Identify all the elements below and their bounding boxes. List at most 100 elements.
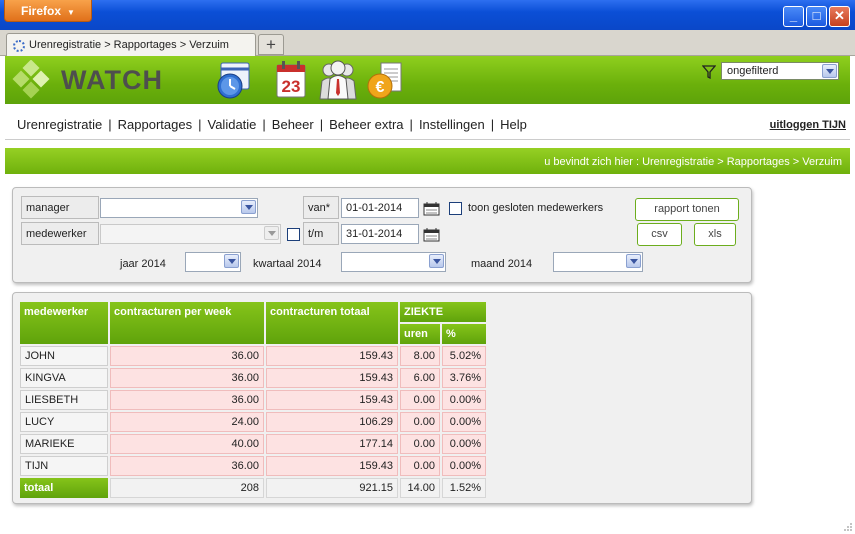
show-closed-label: toon gesloten medewerkers (468, 202, 604, 214)
contract-week-cell: 36.00 (110, 368, 264, 388)
menu-separator: | (490, 117, 495, 132)
employee-label: medewerker (21, 222, 99, 245)
app-logo-text: WATCH (61, 65, 163, 95)
menu-item-validatie[interactable]: Validatie (208, 117, 257, 132)
filter-panel: manager medewerker van* 01-01-2014 toon … (12, 187, 752, 283)
chevron-down-icon (822, 64, 837, 78)
logout-link[interactable]: uitloggen TIJN (770, 119, 846, 131)
resize-grip-icon[interactable] (842, 521, 852, 531)
menu-item-urenregistratie[interactable]: Urenregistratie (17, 117, 102, 132)
new-tab-button[interactable]: + (258, 34, 284, 55)
col-header-employee: medewerker (20, 302, 108, 344)
menu-item-rapportages[interactable]: Rapportages (118, 117, 192, 132)
chevron-down-icon (241, 200, 256, 214)
table-row: TIJN 36.00 159.43 0.00 0.00% (20, 456, 486, 476)
maximize-button[interactable]: □ (806, 6, 827, 27)
contract-week-cell: 36.00 (110, 456, 264, 476)
calendar-picker-icon[interactable] (423, 201, 440, 216)
csv-button[interactable]: csv (637, 223, 682, 246)
menu-separator: | (319, 117, 324, 132)
contract-week-cell: 36.00 (110, 346, 264, 366)
contract-total-cell: 159.43 (266, 390, 398, 410)
col-header-sick: ZIEKTE (400, 302, 486, 322)
year-label: jaar 2014 (120, 258, 166, 270)
col-header-contract-total: contracturen totaal (266, 302, 398, 344)
quarter-select[interactable] (341, 252, 446, 272)
totals-row: totaal 208 921.15 14.00 1.52% (20, 478, 486, 498)
sick-percent-cell: 0.00% (442, 456, 486, 476)
menu-item-instellingen[interactable]: Instellingen (419, 117, 485, 132)
firefox-menu-button[interactable]: Firefox ▼ (4, 0, 92, 22)
window-titlebar: Firefox ▼ _ □ ✕ (0, 0, 855, 30)
tab-strip: Urenregistratie > Rapportages > Verzuim … (0, 30, 855, 57)
month-label: maand 2014 (471, 258, 533, 270)
sick-percent-cell: 0.00% (442, 412, 486, 432)
calendar-icon[interactable]: 23 (271, 59, 311, 101)
contract-total-cell: 106.29 (266, 412, 398, 432)
contract-total-cell: 159.43 (266, 346, 398, 366)
employee-checkbox[interactable] (287, 228, 300, 241)
sick-hours-cell: 6.00 (400, 368, 440, 388)
sick-hours-cell: 0.00 (400, 412, 440, 432)
people-icon[interactable] (318, 59, 358, 101)
show-report-button[interactable]: rapport tonen (635, 198, 739, 221)
menu-item-help[interactable]: Help (500, 117, 527, 132)
menu-separator: | (409, 117, 413, 132)
breadcrumb: u bevindt zich hier : Urenregistratie > … (544, 156, 842, 168)
totals-percent: 1.52% (442, 478, 486, 498)
sick-percent-cell: 3.76% (442, 368, 486, 388)
close-window-button[interactable]: ✕ (829, 6, 850, 27)
browser-tab[interactable]: Urenregistratie > Rapportages > Verzuim (6, 33, 256, 57)
employee-name-cell: JOHN (20, 346, 108, 366)
chevron-down-icon (429, 254, 444, 268)
table-row: LUCY 24.00 106.29 0.00 0.00% (20, 412, 486, 432)
year-select[interactable] (185, 252, 241, 272)
employee-name-cell: LIESBETH (20, 390, 108, 410)
menu-separator: | (198, 117, 202, 132)
from-label: van* (303, 196, 339, 219)
col-header-percent: % (442, 324, 486, 344)
menu-item-beheer[interactable]: Beheer (272, 117, 314, 132)
manager-label: manager (21, 196, 99, 219)
col-header-hours: uren (400, 324, 440, 344)
chevron-down-icon (264, 226, 279, 240)
euro-invoice-icon[interactable]: € (365, 59, 405, 101)
minimize-button[interactable]: _ (783, 6, 804, 27)
to-date-input[interactable]: 31-01-2014 (341, 224, 419, 244)
watch-logo-icon (12, 60, 50, 99)
month-select[interactable] (553, 252, 643, 272)
menu-item-beheer-extra[interactable]: Beheer extra (329, 117, 403, 132)
contract-week-cell: 40.00 (110, 434, 264, 454)
table-row: JOHN 36.00 159.43 8.00 5.02% (20, 346, 486, 366)
sick-hours-cell: 0.00 (400, 456, 440, 476)
totals-total: 921.15 (266, 478, 398, 498)
sick-hours-cell: 8.00 (400, 346, 440, 366)
chevron-down-icon (626, 254, 641, 268)
contract-total-cell: 159.43 (266, 368, 398, 388)
xls-button[interactable]: xls (694, 223, 736, 246)
breadcrumb-bar: u bevindt zich hier : Urenregistratie > … (5, 148, 850, 174)
sick-percent-cell: 0.00% (442, 390, 486, 410)
sick-percent-cell: 0.00% (442, 434, 486, 454)
calendar-picker-icon[interactable] (423, 227, 440, 242)
menu-separator: | (108, 117, 112, 132)
sick-hours-cell: 0.00 (400, 390, 440, 410)
contract-total-cell: 177.14 (266, 434, 398, 454)
contract-total-cell: 159.43 (266, 456, 398, 476)
menu-separator: | (262, 117, 266, 132)
employee-name-cell: MARIEKE (20, 434, 108, 454)
employee-name-cell: LUCY (20, 412, 108, 432)
totals-hours: 14.00 (400, 478, 440, 498)
manager-select[interactable] (100, 198, 258, 218)
app-header: WATCH 23 € ongefilterd (5, 56, 850, 104)
employee-name-cell: TIJN (20, 456, 108, 476)
report-table: medewerker contracturen per week contrac… (18, 300, 488, 500)
quarter-label: kwartaal 2014 (253, 258, 322, 270)
from-date-input[interactable]: 01-01-2014 (341, 198, 419, 218)
show-closed-checkbox[interactable] (449, 202, 462, 215)
employee-select[interactable] (100, 224, 281, 244)
filter-select[interactable]: ongefilterd (721, 62, 839, 80)
svg-text:€: € (376, 79, 385, 96)
clock-calendar-icon[interactable] (213, 59, 253, 101)
contract-week-cell: 36.00 (110, 390, 264, 410)
